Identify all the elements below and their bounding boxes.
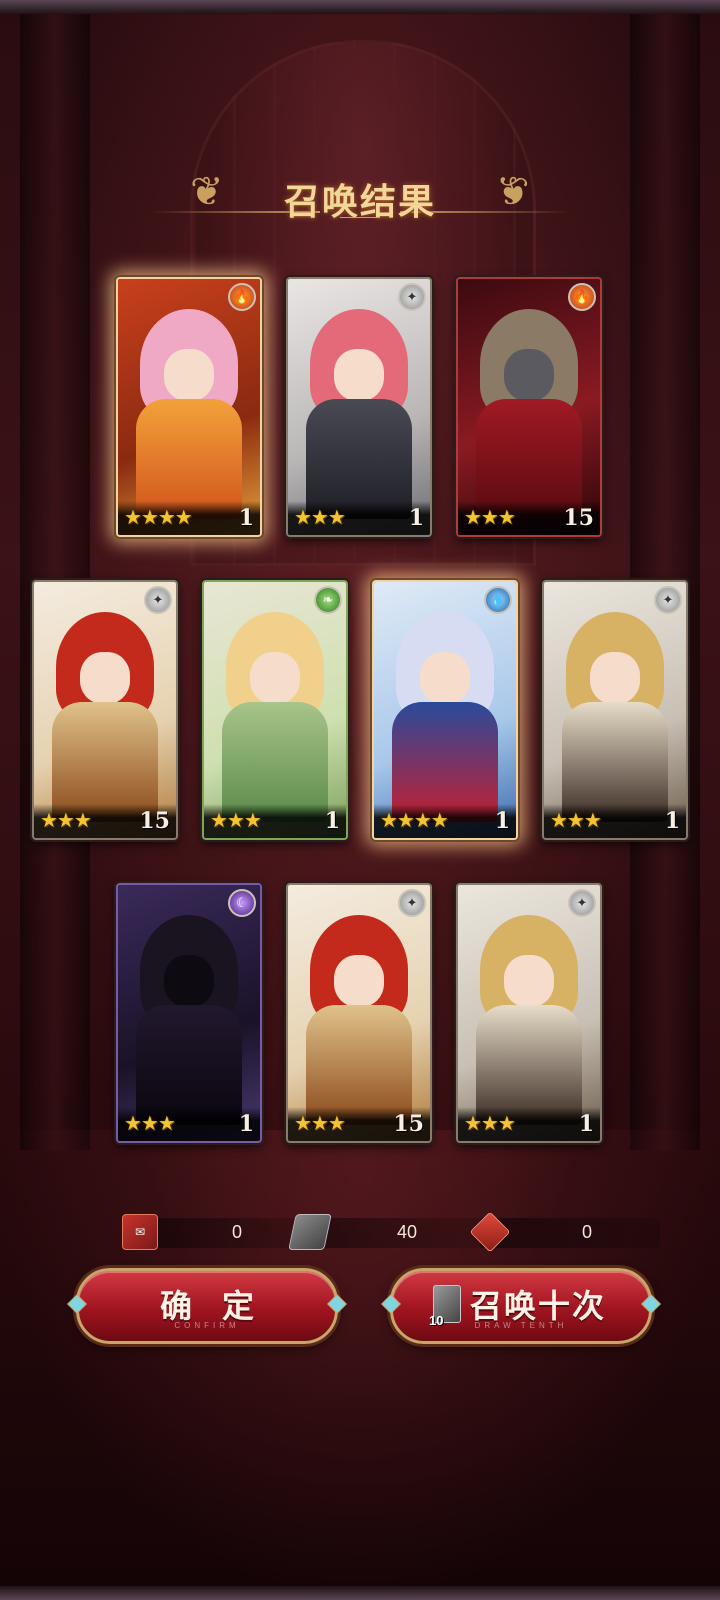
- hero-card-2[interactable]: ✦ ★★★ 1: [286, 277, 432, 537]
- light-element-icon: ✦: [398, 283, 426, 311]
- ticket-icon: [288, 1214, 332, 1250]
- card-count: 15: [393, 1111, 424, 1137]
- top-frame: [0, 0, 720, 14]
- background-pillar: [20, 0, 90, 1150]
- draw-ten-button[interactable]: 10 召唤十次 DRAW TENTH: [390, 1268, 652, 1344]
- hero-card-9[interactable]: ✦ ★★★ 15: [286, 883, 432, 1143]
- hero-portrait: [544, 582, 686, 838]
- light-element-icon: ✦: [398, 889, 426, 917]
- card-count: 1: [578, 1111, 594, 1137]
- title-banner: ❦ ❦ 召唤结果: [150, 165, 570, 235]
- hero-card-10[interactable]: ✦ ★★★ 1: [456, 883, 602, 1143]
- card-count: 1: [324, 808, 340, 834]
- nature-element-icon: ❧: [314, 586, 342, 614]
- currency-scroll: ✉ 0: [122, 1214, 310, 1250]
- hero-card-4[interactable]: ✦ ★★★ 15: [32, 580, 178, 840]
- rarity-stars: ★★★: [124, 1111, 176, 1135]
- currency-value: 40: [396, 1222, 418, 1242]
- card-count: 15: [563, 505, 594, 531]
- light-element-icon: ✦: [568, 889, 596, 917]
- light-element-icon: ✦: [144, 586, 172, 614]
- fire-element-icon: 🔥: [228, 283, 256, 311]
- hero-portrait: [118, 885, 260, 1141]
- card-count: 1: [238, 1111, 254, 1137]
- title-decoration: [340, 217, 380, 226]
- hero-card-7[interactable]: ✦ ★★★ 1: [542, 580, 688, 840]
- hero-portrait: [204, 582, 346, 838]
- rarity-stars: ★★★: [464, 505, 516, 529]
- hero-portrait: [458, 279, 600, 535]
- dark-element-icon: ☾: [228, 889, 256, 917]
- hero-portrait: [34, 582, 176, 838]
- rarity-stars: ★★★: [464, 1111, 516, 1135]
- bottom-frame: [0, 1586, 720, 1600]
- hero-card-3[interactable]: 🔥 ★★★ 15: [456, 277, 602, 537]
- currency-ticket: 40: [288, 1214, 480, 1250]
- card-count: 1: [408, 505, 424, 531]
- rarity-stars: ★★★★: [380, 808, 449, 832]
- hero-portrait: [374, 582, 516, 838]
- currency-value: 0: [581, 1222, 592, 1242]
- confirm-button-sublabel: CONFIRM: [174, 1321, 240, 1330]
- card-count: 1: [494, 808, 510, 834]
- rarity-stars: ★★★★: [124, 505, 193, 529]
- light-element-icon: ✦: [654, 586, 682, 614]
- hero-portrait: [458, 885, 600, 1141]
- card-count: 15: [139, 808, 170, 834]
- hero-card-8[interactable]: ☾ ★★★ 1: [116, 883, 262, 1143]
- confirm-button[interactable]: 确定 CONFIRM: [76, 1268, 338, 1344]
- rarity-stars: ★★★: [294, 505, 346, 529]
- draw-ten-button-sublabel: DRAW TENTH: [474, 1321, 568, 1330]
- water-element-icon: 💧: [484, 586, 512, 614]
- card-count: 1: [664, 808, 680, 834]
- rarity-stars: ★★★: [294, 1111, 346, 1135]
- hero-card-6[interactable]: 💧 ★★★★ 1: [372, 580, 518, 840]
- currency-gem: 0: [469, 1211, 660, 1253]
- rarity-stars: ★★★: [40, 808, 92, 832]
- rarity-stars: ★★★: [550, 808, 602, 832]
- scroll-icon: ✉: [122, 1214, 158, 1250]
- background-pillar: [630, 0, 700, 1150]
- card-count: 1: [238, 505, 254, 531]
- hero-card-5[interactable]: ❧ ★★★ 1: [202, 580, 348, 840]
- rarity-stars: ★★★: [210, 808, 262, 832]
- hero-portrait: [288, 279, 430, 535]
- currency-value: 0: [231, 1222, 242, 1242]
- hero-portrait: [118, 279, 260, 535]
- background-floor: [0, 1130, 720, 1600]
- fire-element-icon: 🔥: [568, 283, 596, 311]
- hero-card-1[interactable]: 🔥 ★★★★ 1: [116, 277, 262, 537]
- hero-portrait: [288, 885, 430, 1141]
